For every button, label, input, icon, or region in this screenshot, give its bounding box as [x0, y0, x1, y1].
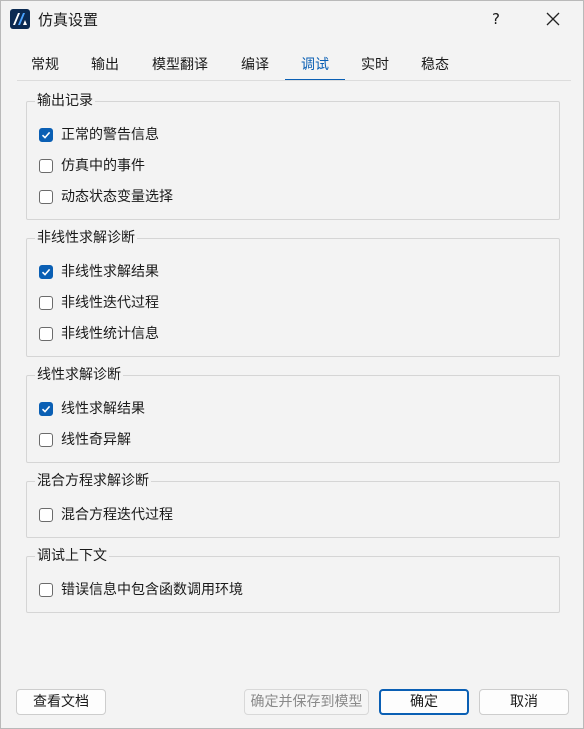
tab-general[interactable]: 常规 — [29, 53, 61, 79]
group-title: 混合方程求解诊断 — [35, 472, 151, 490]
checkbox-unchecked-icon[interactable] — [39, 433, 53, 447]
save-to-model-button[interactable]: 确定并保存到模型 — [244, 689, 369, 715]
tab-steady-state[interactable]: 稳态 — [419, 53, 451, 79]
checkbox-label: 错误信息中包含函数调用环境 — [61, 582, 243, 598]
checkbox-unchecked-icon[interactable] — [39, 327, 53, 341]
checkbox-label: 仿真中的事件 — [61, 158, 145, 174]
tab-bar: 常规 输出 模型翻译 编译 调试 实时 稳态 — [17, 53, 577, 81]
checkbox-label: 混合方程迭代过程 — [61, 507, 173, 523]
group-title: 非线性求解诊断 — [35, 229, 137, 247]
group-title: 调试上下文 — [35, 547, 109, 565]
tab-debug[interactable]: 调试 — [285, 53, 345, 81]
checkbox-unchecked-icon[interactable] — [39, 190, 53, 204]
checkbox-unchecked-icon[interactable] — [39, 296, 53, 310]
group-mixed-diagnostics: 混合方程求解诊断 混合方程迭代过程 — [26, 472, 560, 538]
checkbox-checked-icon[interactable] — [39, 402, 53, 416]
checkbox-label: 非线性迭代过程 — [61, 295, 159, 311]
group-debug-context: 调试上下文 错误信息中包含函数调用环境 — [26, 547, 560, 613]
tab-compile[interactable]: 编译 — [239, 53, 271, 79]
checkbox-unchecked-icon[interactable] — [39, 159, 53, 173]
checkbox-checked-icon[interactable] — [39, 128, 53, 142]
simulation-settings-dialog: 仿真设置 ? 常规 输出 模型翻译 编译 调试 实时 稳态 输出记录 正常的警告… — [0, 0, 584, 729]
close-icon — [546, 12, 560, 26]
cancel-button[interactable]: 取消 — [479, 689, 569, 715]
tab-model-translation[interactable]: 模型翻译 — [149, 53, 211, 79]
view-docs-button[interactable]: 查看文档 — [16, 689, 106, 715]
checkbox-label: 非线性求解结果 — [61, 264, 159, 280]
checkbox-unchecked-icon[interactable] — [39, 508, 53, 522]
group-linear-diagnostics: 线性求解诊断 线性求解结果 线性奇异解 — [26, 366, 560, 463]
tab-divider — [17, 80, 571, 81]
checkbox-label: 线性奇异解 — [61, 432, 131, 448]
title-bar[interactable]: 仿真设置 ? — [1, 1, 583, 37]
close-button[interactable] — [535, 5, 571, 33]
checkbox-label: 动态状态变量选择 — [61, 189, 173, 205]
ok-button[interactable]: 确定 — [379, 689, 469, 715]
checkbox-label: 正常的警告信息 — [61, 127, 159, 143]
group-nonlinear-diagnostics: 非线性求解诊断 非线性求解结果 非线性迭代过程 非线性统计信息 — [26, 229, 560, 357]
group-title: 线性求解诊断 — [35, 366, 123, 384]
app-logo-icon — [10, 9, 30, 29]
help-button[interactable]: ? — [481, 5, 511, 33]
checkbox-unchecked-icon[interactable] — [39, 583, 53, 597]
tab-output[interactable]: 输出 — [89, 53, 121, 79]
tab-realtime[interactable]: 实时 — [359, 53, 391, 79]
checkbox-checked-icon[interactable] — [39, 265, 53, 279]
group-title: 输出记录 — [35, 92, 95, 110]
checkbox-label: 非线性统计信息 — [61, 326, 159, 342]
window-title: 仿真设置 — [38, 11, 99, 29]
group-output-log: 输出记录 正常的警告信息 仿真中的事件 动态状态变量选择 — [26, 92, 560, 220]
checkbox-label: 线性求解结果 — [61, 401, 145, 417]
